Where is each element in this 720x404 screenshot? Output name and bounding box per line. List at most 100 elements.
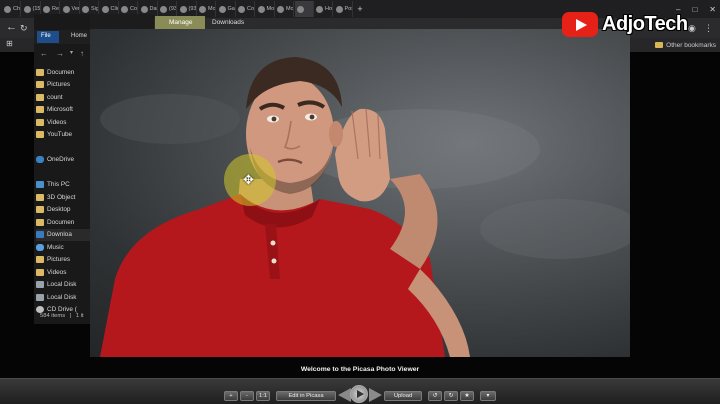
close-icon[interactable]: ✕ xyxy=(709,5,716,14)
nav-pane-item[interactable]: YouTube xyxy=(36,129,94,142)
browser-tab[interactable]: Mo xyxy=(256,1,275,17)
channel-watermark: AdjoTech xyxy=(562,10,688,38)
more-options-icon[interactable]: ▾ xyxy=(480,391,496,401)
viewer-caption: Welcome to the Picasa Photo Viewer xyxy=(300,366,420,373)
up-arrow-icon[interactable]: ↑ xyxy=(80,49,84,58)
tab-favicon-icon xyxy=(277,5,284,13)
browser-tab[interactable]: (93 xyxy=(178,1,197,17)
nav-pane-item-label: Pictures xyxy=(47,256,71,264)
zoom-out-button[interactable]: - xyxy=(240,391,254,401)
nav-pane-item[interactable]: 3D Object xyxy=(36,191,94,204)
nav-pane-item-label: Microsoft xyxy=(47,106,73,114)
play-slideshow-icon[interactable] xyxy=(350,385,368,403)
explorer-navigation-pane: Documen Pictures count Microsoft Videos YouTu… xyxy=(36,66,94,316)
nav-pane-item-label: Documen xyxy=(47,68,75,76)
ribbon-tab-file[interactable]: File xyxy=(37,31,59,43)
browser-tab[interactable]: Chr xyxy=(2,1,21,17)
tab-favicon-icon xyxy=(140,5,148,13)
channel-name: AdjoTech xyxy=(602,12,688,35)
rotate-right-icon[interactable]: ↻ xyxy=(444,391,458,401)
maximize-icon[interactable]: □ xyxy=(692,5,697,14)
folder-icon xyxy=(655,42,664,48)
nav-pane-item[interactable]: Downloa xyxy=(36,228,94,241)
profile-icon[interactable]: ◉ xyxy=(688,23,696,34)
new-tab-button[interactable]: + xyxy=(353,1,365,17)
nav-pane-item[interactable]: Documen xyxy=(36,216,94,229)
star-icon[interactable]: ★ xyxy=(460,391,474,401)
nav-pane-item-label: OneDrive xyxy=(47,156,74,164)
tab-favicon-icon xyxy=(160,5,167,13)
tab-favicon-icon xyxy=(43,5,50,13)
tab-favicon-icon xyxy=(62,5,70,13)
zoom-in-button[interactable]: + xyxy=(224,391,238,401)
ribbon-tab-home[interactable]: Home xyxy=(71,33,87,39)
tab-label: Cor xyxy=(130,6,138,12)
rotate-left-icon[interactable]: ↺ xyxy=(428,391,442,401)
apps-icon[interactable]: ⊞ xyxy=(6,39,13,48)
nav-pane-spacer xyxy=(36,141,94,154)
menu-dots-icon[interactable]: ⋮ xyxy=(704,23,713,34)
tab-label: Dai xyxy=(149,6,158,12)
folder-icon xyxy=(36,81,44,89)
nav-pane-item[interactable]: Videos xyxy=(36,116,94,129)
browser-tab[interactable] xyxy=(294,1,314,17)
folder-icon xyxy=(36,118,44,126)
nav-pane-item[interactable]: Local Disk xyxy=(36,291,94,304)
reload-icon[interactable]: ↻ xyxy=(20,23,28,34)
browser-tab[interactable]: Ho xyxy=(314,1,333,17)
other-bookmarks-label: Other bookmarks xyxy=(666,41,716,49)
nav-pane-item[interactable]: Documen xyxy=(36,66,94,79)
ribbon-tab-manage[interactable]: Manage xyxy=(155,16,205,29)
nav-pane-item[interactable]: OneDrive xyxy=(36,154,94,167)
cloud-icon xyxy=(36,156,44,164)
tab-label: (93 xyxy=(188,6,197,12)
nav-pane-item[interactable]: count xyxy=(36,91,94,104)
edit-in-picasa-button[interactable]: Edit in Picasa xyxy=(276,391,336,401)
back-arrow-icon[interactable]: ← xyxy=(6,21,17,33)
actual-size-button[interactable]: 1:1 xyxy=(256,391,270,401)
selected-count: 1 it xyxy=(75,313,84,319)
tab-favicon-icon xyxy=(238,5,245,13)
screen: Chr (15 Res Ver Sig Clic Cor Dai (93 (93 Mo Gar Cor M… xyxy=(0,0,720,404)
tab-favicon-icon xyxy=(82,5,89,13)
tab-favicon-icon xyxy=(218,5,226,13)
chevron-down-icon[interactable]: ▾ xyxy=(70,49,73,56)
nav-pane-item-label: count xyxy=(47,93,63,101)
explorer-status-bar: 584 items | 1 it xyxy=(40,313,84,319)
nav-pane-item[interactable]: Music xyxy=(36,241,94,254)
browser-tab[interactable]: Gar xyxy=(217,1,236,17)
nav-pane-item[interactable]: Pictures xyxy=(36,254,94,267)
previous-photo-icon[interactable] xyxy=(338,388,351,402)
tab-label: (15 xyxy=(32,6,41,12)
folder-icon xyxy=(36,68,44,76)
tab-label: Ver xyxy=(71,6,80,12)
tab-label: Gar xyxy=(227,6,235,12)
browser-tab[interactable]: Mo xyxy=(197,1,216,17)
browser-tab[interactable]: Mo xyxy=(275,1,294,17)
forward-arrow-icon[interactable]: → xyxy=(56,49,64,58)
tab-favicon-icon xyxy=(296,5,304,13)
back-arrow-icon[interactable]: ← xyxy=(40,49,48,58)
move-cursor-icon: ✥ xyxy=(243,172,254,187)
youtube-logo-icon xyxy=(562,11,598,37)
browser-tab[interactable]: (93 xyxy=(158,1,177,17)
upload-button[interactable]: Upload xyxy=(384,391,422,401)
nav-pane-item-label: Pictures xyxy=(47,81,71,89)
tab-favicon-icon xyxy=(316,5,323,13)
tab-label: (93 xyxy=(169,6,177,12)
explorer-window-title: Downloads xyxy=(212,19,245,26)
nav-pane-item[interactable]: Desktop xyxy=(36,204,94,217)
nav-pane-item-label: Music xyxy=(47,243,64,251)
other-bookmarks[interactable]: Other bookmarks xyxy=(655,38,716,52)
nav-pane-item[interactable]: Pictures xyxy=(36,79,94,92)
nav-pane-item[interactable]: Videos xyxy=(36,266,94,279)
music-icon xyxy=(36,243,44,251)
browser-tab[interactable]: Cor xyxy=(236,1,255,17)
folder-icon xyxy=(36,268,44,276)
slideshow-controls xyxy=(338,385,382,403)
next-photo-icon[interactable] xyxy=(369,388,382,402)
browser-tab[interactable]: Pos xyxy=(334,1,353,17)
nav-pane-item[interactable]: Microsoft xyxy=(36,104,94,117)
nav-pane-item[interactable]: This PC xyxy=(36,179,94,192)
nav-pane-item[interactable]: Local Disk xyxy=(36,279,94,292)
